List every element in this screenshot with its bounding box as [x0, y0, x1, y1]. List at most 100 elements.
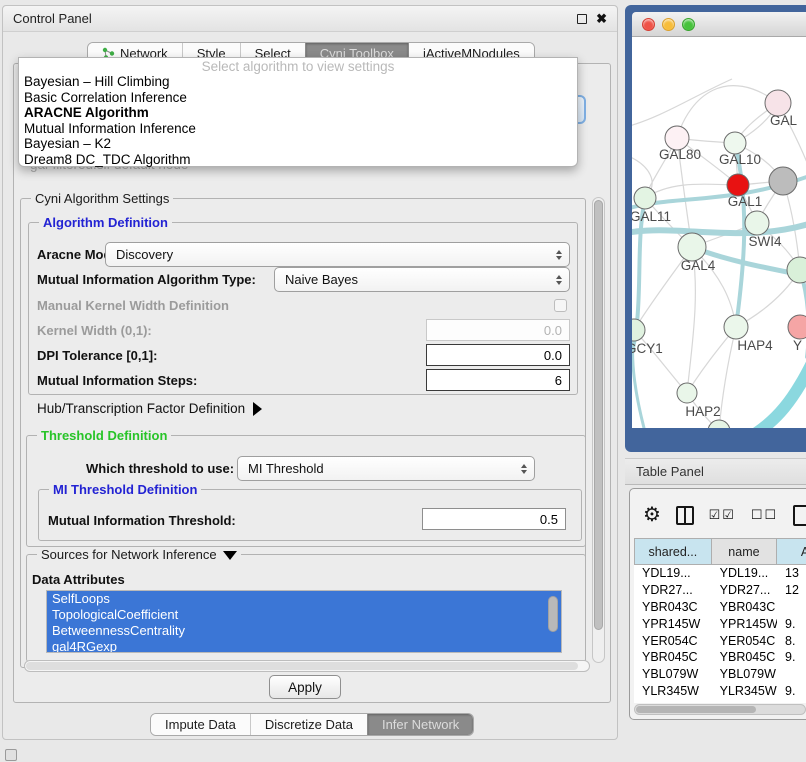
- table-cell[interactable]: YBR043C: [712, 599, 777, 616]
- dpi-tolerance-field[interactable]: 0.0: [426, 344, 570, 366]
- network-node-gal1[interactable]: [727, 174, 749, 196]
- network-node-gray-node[interactable]: [769, 167, 797, 195]
- zoom-window-icon[interactable]: [682, 18, 695, 31]
- network-node-gcy1[interactable]: [632, 319, 645, 341]
- table-cell[interactable]: YPR145W: [634, 615, 712, 632]
- algorithm-option[interactable]: Dream8 DC_TDC Algorithm: [19, 152, 577, 168]
- mi-algorithm-type-combobox[interactable]: Naive Bayes: [274, 267, 570, 292]
- table-row[interactable]: YER054CYER054C8.: [634, 632, 806, 649]
- network-edge[interactable]: [634, 330, 687, 393]
- network-edge[interactable]: [677, 86, 778, 138]
- network-node-hap2[interactable]: [677, 383, 697, 403]
- table-row[interactable]: YBR043CYBR043C: [634, 599, 806, 616]
- scrollbar-thumb[interactable]: [26, 662, 578, 670]
- table-row[interactable]: YBR045CYBR045C9.: [634, 649, 806, 666]
- combo-spinner-icon[interactable]: [556, 275, 562, 285]
- network-node-hap4[interactable]: [724, 315, 748, 339]
- table-cell[interactable]: YDL19...: [712, 565, 777, 582]
- table-horizontal-scrollbar[interactable]: [634, 704, 806, 715]
- network-node-bottom-green[interactable]: [708, 420, 730, 428]
- table-cell[interactable]: YLR345W: [634, 683, 712, 700]
- network-node-gal11[interactable]: [634, 187, 656, 209]
- network-node-gal10[interactable]: [724, 132, 746, 154]
- attribute-list-item[interactable]: BetweennessCentrality: [47, 623, 561, 639]
- combo-spinner-icon[interactable]: [556, 250, 562, 260]
- hub-definition-expander[interactable]: Hub/Transcription Factor Definition: [37, 401, 262, 416]
- table-cell[interactable]: YBR043C: [634, 599, 712, 616]
- network-edge-highlighted[interactable]: [750, 363, 806, 428]
- table-cell[interactable]: YBL079W: [712, 666, 777, 683]
- attribute-list-item[interactable]: gal4RGexp: [47, 639, 561, 653]
- aracne-mode-combobox[interactable]: Discovery: [105, 242, 570, 267]
- table-cell[interactable]: 9.: [777, 649, 806, 666]
- split-view-icon[interactable]: [676, 506, 694, 525]
- column-header-a[interactable]: A: [777, 538, 806, 565]
- close-window-icon[interactable]: [642, 18, 655, 31]
- network-window-titlebar[interactable]: [632, 12, 806, 37]
- algorithm-option[interactable]: Basic Correlation Inference: [19, 90, 577, 106]
- minimize-window-icon[interactable]: [662, 18, 675, 31]
- column-header-name[interactable]: name: [712, 538, 777, 565]
- network-node-swi4[interactable]: [745, 211, 769, 235]
- table-cell[interactable]: 8.: [777, 632, 806, 649]
- which-threshold-combobox[interactable]: MI Threshold: [237, 456, 535, 481]
- table-cell[interactable]: 9.: [777, 699, 806, 703]
- network-canvas[interactable]: GALGAL80GAL10GAL1GAL11SWI4GAL4GCY1HAP4YH…: [632, 37, 806, 428]
- table-cell[interactable]: YBL079W: [634, 666, 712, 683]
- table-cell[interactable]: YDL19...: [634, 565, 712, 582]
- table-cell[interactable]: 9.: [777, 683, 806, 700]
- mi-threshold-field[interactable]: 0.5: [422, 508, 566, 530]
- table-cell[interactable]: [777, 666, 806, 683]
- algorithm-option[interactable]: Mutual Information Inference: [19, 121, 577, 137]
- select-all-icon[interactable]: ☑☑: [709, 507, 736, 523]
- table-cell[interactable]: YIL052C: [634, 699, 712, 703]
- mi-steps-field[interactable]: 6: [426, 369, 570, 391]
- tab-impute-data[interactable]: Impute Data: [151, 714, 250, 735]
- document-icon[interactable]: [793, 505, 806, 526]
- column-header-shared[interactable]: shared...: [634, 538, 712, 565]
- table-cell[interactable]: YPR145W: [712, 615, 777, 632]
- table-row[interactable]: YDR27...YDR27...12: [634, 582, 806, 599]
- close-icon[interactable]: ✖: [596, 14, 607, 24]
- table-row[interactable]: YIL052CYIL052C9.: [634, 699, 806, 703]
- tab-infer-network[interactable]: Infer Network: [367, 714, 473, 735]
- table-cell[interactable]: 9.: [777, 615, 806, 632]
- table-row[interactable]: YPR145WYPR145W9.: [634, 615, 806, 632]
- table-cell[interactable]: YDR27...: [634, 582, 712, 599]
- float-window-icon[interactable]: [577, 14, 587, 24]
- table-cell[interactable]: YER054C: [634, 632, 712, 649]
- table-cell[interactable]: YLR345W: [712, 683, 777, 700]
- scrollbar-thumb[interactable]: [636, 706, 756, 713]
- tab-discretize-data[interactable]: Discretize Data: [250, 714, 367, 735]
- dock-panel-icon[interactable]: [5, 749, 17, 761]
- algorithm-option[interactable]: Bayesian – Hill Climbing: [19, 74, 577, 90]
- table-cell[interactable]: YIL052C: [712, 699, 777, 703]
- table-cell[interactable]: YBR045C: [712, 649, 777, 666]
- table-row[interactable]: YDL19...YDL19...13: [634, 565, 806, 582]
- gear-icon[interactable]: ⚙: [643, 505, 661, 525]
- settings-horizontal-scrollbar[interactable]: [24, 660, 590, 672]
- scrollbar-thumb[interactable]: [594, 200, 603, 630]
- table-cell[interactable]: YDR27...: [712, 582, 777, 599]
- data-attributes-list[interactable]: SelfLoopsTopologicalCoefficientBetweenne…: [46, 590, 562, 653]
- table-row[interactable]: YBL079WYBL079W: [634, 666, 806, 683]
- apply-button[interactable]: Apply: [269, 675, 341, 699]
- algorithm-option[interactable]: Bayesian – K2: [19, 136, 577, 152]
- table-cell[interactable]: YBR045C: [634, 649, 712, 666]
- table-cell[interactable]: [777, 599, 806, 616]
- network-edge[interactable]: [719, 327, 736, 428]
- attribute-list-item[interactable]: TopologicalCoefficient: [47, 607, 561, 623]
- combo-spinner-icon[interactable]: [521, 464, 527, 474]
- table-cell[interactable]: YER054C: [712, 632, 777, 649]
- attribute-list-item[interactable]: SelfLoops: [47, 591, 561, 607]
- network-node-salmon-node[interactable]: [788, 315, 806, 339]
- table-row[interactable]: YLR345WYLR345W9.: [634, 683, 806, 700]
- table-cell[interactable]: 13: [777, 565, 806, 582]
- table-cell[interactable]: 12: [777, 582, 806, 599]
- list-scrollbar-thumb[interactable]: [548, 596, 558, 632]
- deselect-all-icon[interactable]: ☐☐: [751, 507, 778, 523]
- algorithm-option[interactable]: ARACNE Algorithm: [19, 105, 577, 121]
- settings-vertical-scrollbar[interactable]: [592, 197, 605, 663]
- network-node-gal4[interactable]: [678, 233, 706, 261]
- network-node-right-green[interactable]: [787, 257, 806, 283]
